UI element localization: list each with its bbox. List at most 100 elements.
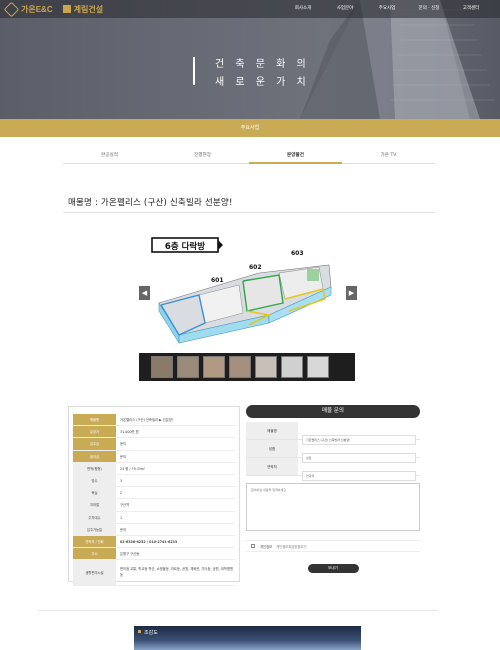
info-row: 입주금 문의 (73, 438, 235, 451)
info-value: 1 (120, 515, 123, 520)
thumbnail-6[interactable] (281, 356, 303, 378)
hero-line-1: 건 축 문 화 의 (215, 59, 310, 70)
form-row: 매물명 (246, 422, 420, 445)
privacy-policy-link[interactable]: 개인정보취급방침보기 (276, 544, 306, 549)
hero-banner: 가온E&C 계림건설 회사소개 사업분야 주요사업 문의 · 신청 고객센터 건… (0, 0, 500, 119)
logo-gaon[interactable]: 가온E&C (3, 1, 53, 17)
privacy-label: 개인정보 (260, 544, 273, 549)
form-label: 매물명 (246, 422, 298, 439)
tab-for-sale[interactable]: 분양물건 (249, 150, 342, 164)
menu-item-main-projects[interactable]: 주요사업 (366, 0, 408, 18)
message-textarea[interactable] (246, 483, 420, 531)
form-row: 성함 (246, 440, 420, 463)
floorplan-image: 6층 다락방 601 602 603 ◀ ▶ (139, 225, 357, 370)
info-row: 입주가능일 문의 (73, 523, 235, 536)
slider-prev-button[interactable]: ◀ (139, 286, 150, 300)
info-row: 지하철 구산역 (73, 499, 235, 512)
thumbnail-7[interactable] (307, 356, 329, 378)
thumbnail-3[interactable] (203, 356, 225, 378)
section-title-bar: 주요사업 (0, 119, 500, 137)
info-label: 융자금 (73, 450, 116, 462)
floorplan-badge: 6층 다락방 (165, 241, 205, 252)
info-label: 주차대수 (73, 511, 116, 523)
info-label: 방수 (73, 474, 116, 487)
gyerim-logo-icon (62, 5, 71, 13)
info-value: 2 (120, 491, 123, 496)
birdseye-label: 조감도 (144, 630, 158, 636)
section-divider (38, 610, 438, 611)
info-row: 욕실 2 (73, 487, 235, 500)
property-info-table: 매물명 가온팰리스 (구산) 신축빌라 ▶ 선분양! 분양가 31,000만 원 입… (68, 406, 240, 587)
info-label: 입주가능일 (73, 523, 116, 535)
menu-item-company[interactable]: 회사소개 (282, 0, 324, 18)
privacy-agree-row: 개인정보 개인정보취급방침보기 (246, 540, 420, 552)
property-title: 매물명 : 가온펠리스 (구산) 신축빌라 선분양! (68, 198, 233, 208)
info-value: 은평구 구산동 (120, 552, 140, 557)
info-label: 연락처 / 전화 (73, 535, 116, 548)
thumbnail-5[interactable] (255, 356, 277, 378)
logo-gyerim-text: 계림건설 (73, 4, 104, 14)
menu-item-business[interactable]: 사업분야 (324, 0, 366, 18)
inquiry-form: 매물 문의 매물명 성함 연락처 개인정보 개인정보취급방침보기 보내기 (246, 405, 420, 573)
menu-item-inquiry[interactable]: 문의 · 신청 (408, 0, 450, 18)
info-row: 주차대수 1 (73, 511, 235, 524)
birdseye-view-image: 조감도 (134, 626, 361, 650)
hero-line-2: 새 로 운 가 치 (215, 77, 310, 88)
info-label: 생활편의시설 (73, 560, 116, 586)
title-divider (63, 212, 435, 213)
main-menu: 회사소개 사업분야 주요사업 문의 · 신청 고객센터 (282, 0, 492, 18)
menu-item-support[interactable]: 고객센터 (450, 0, 492, 18)
unit-601-label: 601 (211, 277, 224, 284)
info-label: 지하철 (73, 499, 116, 511)
unit-603-label: 603 (291, 250, 304, 257)
info-value: 31,000만 원 (120, 430, 139, 435)
send-button[interactable]: 보내기 (307, 564, 359, 573)
info-value: 24 평 / 79.33m² (120, 466, 146, 471)
info-value: 편의점 교통, 학교등 학군, 쇼핑몰등, 마트등, 공원, 체육관, 기타등,… (120, 567, 233, 578)
thumbnail-1[interactable] (151, 356, 173, 378)
top-nav: 가온E&C 계림건설 회사소개 사업분야 주요사업 문의 · 신청 고객센터 (0, 0, 500, 18)
thumbnail-2[interactable] (177, 356, 199, 378)
hero-divider (193, 57, 195, 85)
info-label: 주소 (73, 548, 116, 560)
sub-tabs: 완공실적 진행현장 분양물건 가온 TV (63, 150, 435, 164)
info-label: 매물명 (73, 414, 116, 426)
logo-gaon-text: 가온E&C (21, 4, 53, 14)
tab-in-progress[interactable]: 진행현장 (156, 150, 249, 163)
phone-field[interactable] (302, 471, 416, 481)
unit-602-label: 602 (249, 264, 262, 271)
info-row: 면적(평형) 24 평 / 79.33m² (73, 462, 235, 475)
privacy-checkbox[interactable] (251, 544, 255, 548)
info-value: 3 (120, 478, 123, 483)
thumbnail-4[interactable] (229, 356, 251, 378)
inquiry-header: 매물 문의 (246, 405, 420, 418)
logo-gyerim[interactable]: 계림건설 (62, 2, 104, 16)
info-row: 주소 은평구 구산동 (73, 548, 235, 561)
info-row: 융자금 문의 (73, 450, 235, 463)
info-value: 문의 (120, 442, 127, 447)
info-row: 생활편의시설 편의점 교통, 학교등 학군, 쇼핑몰등, 마트등, 공원, 체육관… (73, 560, 235, 587)
info-value: 02-6336-6252 / 010-2741-6233 (120, 539, 178, 544)
tab-completed[interactable]: 완공실적 (63, 150, 156, 163)
floorplan-illustration: 6층 다락방 601 602 603 (151, 237, 332, 345)
info-label: 면적(평형) (73, 462, 116, 474)
info-label: 입주금 (73, 438, 116, 450)
info-value: 가온팰리스 (구산) 신축빌라 ▶ 선분양! (120, 418, 174, 422)
form-row: 연락처 (246, 458, 420, 481)
bullet-icon (138, 630, 141, 633)
info-row: 방수 3 (73, 474, 235, 488)
form-label: 성함 (246, 440, 298, 457)
info-label: 욕실 (73, 487, 116, 499)
thumbnail-strip (139, 353, 355, 381)
info-row: 연락처 / 전화 02-6336-6252 / 010-2741-6233 (73, 535, 235, 549)
info-row: 매물명 가온팰리스 (구산) 신축빌라 ▶ 선분양! (73, 414, 235, 427)
tab-gaon-tv[interactable]: 가온 TV (342, 150, 435, 163)
gaon-logo-icon (3, 1, 20, 17)
slider-next-button[interactable]: ▶ (346, 286, 357, 300)
info-value: 문의 (120, 527, 127, 532)
info-value: 구산역 (120, 503, 130, 508)
info-row: 분양가 31,000만 원 (73, 426, 235, 439)
info-label: 분양가 (73, 426, 116, 438)
info-value: 문의 (120, 454, 127, 459)
form-label: 연락처 (246, 458, 298, 475)
